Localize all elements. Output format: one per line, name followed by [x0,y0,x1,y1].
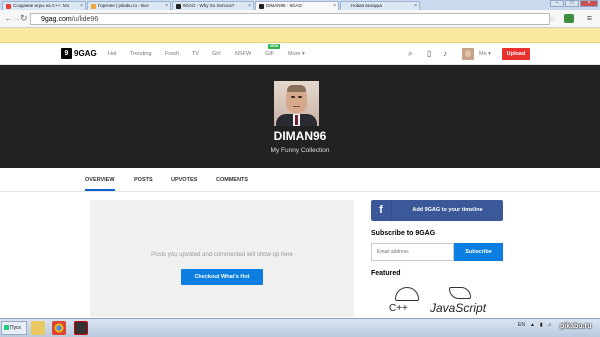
featured-image[interactable]: C++ JavaScript [375,285,505,318]
window-close-icon[interactable]: × [580,0,598,7]
close-tab-icon[interactable]: × [80,2,83,10]
bookmark-star-icon[interactable]: ☆ [549,14,556,23]
pikabu-favicon-icon [91,4,96,9]
tab-title: Создание игры на C++: Мо [13,3,70,8]
tab-posts[interactable]: POSTS [134,177,153,183]
facebook-button-label: Add 9GAG to your timeline [412,207,483,213]
browser-tab-3[interactable]: 9GAG - Why So Serious? × [172,1,254,10]
logo-text: 9GAG [74,49,97,58]
url-path: /u/lide96 [71,16,99,23]
facebook-timeline-button[interactable]: f Add 9GAG to your timeline [371,200,503,221]
facebook-icon: f [371,200,392,221]
browser-tab-2[interactable]: Горячее | pikabu.ru - Все × [87,1,171,10]
site-header: 9 9GAG Hot Trending Fresh TV Girl NSFW G… [0,43,600,65]
start-label: Пуск [10,325,21,331]
featured-js-text: JavaScript [430,301,487,315]
search-icon[interactable]: ⌕ [408,49,412,58]
9gag-favicon-icon [259,4,264,9]
chrome-icon[interactable] [52,321,66,335]
subscribe-button[interactable]: Subscribe [454,243,503,261]
tab-upvotes[interactable]: UPVOTES [171,177,197,183]
browser-tab-4-active[interactable]: DIMAN96 - 9GAG × [255,1,339,10]
browser-tab-1[interactable]: Создание игры на C++: Мо × [2,1,86,10]
close-tab-icon[interactable]: × [248,2,251,10]
minimize-icon[interactable]: – [550,0,564,7]
volume-icon[interactable]: ♫ [548,322,552,328]
nav-hot[interactable]: Hot [108,51,117,57]
subscribe-heading: Subscribe to 9GAG [371,230,436,237]
profile-username: DIMAN96 [273,129,327,143]
tray-icon[interactable]: ▲ [530,322,535,328]
nav-more[interactable]: More ▾ [288,51,305,57]
tab-title: DIMAN96 - 9GAG [266,3,303,8]
language-indicator[interactable]: EN [518,322,525,328]
profile-avatar [274,81,319,126]
os-taskbar: Пуск EN ▲ ▮ ♫ [0,318,600,337]
upload-button[interactable]: Upload [502,48,530,60]
nav-girl[interactable]: Girl [212,51,221,57]
app-icon[interactable] [74,321,88,335]
explorer-icon[interactable] [31,321,45,335]
profile-hero: DIMAN96 My Funny Collection [0,65,600,168]
pikabu-watermark: pikabu.ru [560,323,592,330]
reload-icon[interactable]: ↻ [20,14,28,23]
nav-trending[interactable]: Trending [130,51,152,57]
extension-icon[interactable] [564,14,574,23]
notification-bar [0,28,600,43]
empty-state-text: Posts you upvoted and commented will sho… [151,252,293,258]
new-badge: NEW [268,44,281,49]
tab-title: 9GAG - Why So Serious? [183,3,235,8]
close-tab-icon[interactable]: × [414,2,417,10]
tab-comments[interactable]: COMMENTS [216,177,248,183]
system-tray: EN ▲ ▮ ♫ [518,322,551,328]
close-tab-icon[interactable]: × [165,2,168,10]
featured-heading: Featured [371,270,401,277]
nav-gif[interactable]: GIF [265,51,274,57]
url-host: 9gag.com [41,16,72,23]
notification-bell-icon[interactable]: ♪ [443,49,447,58]
mobile-icon[interactable]: ▯ [427,49,431,58]
doodle-drawing [395,287,419,301]
profile-tabs: OVERVIEW POSTS UPVOTES COMMENTS [0,168,600,192]
me-menu[interactable]: Me ▾ [479,51,491,57]
logo-mark-icon: 9 [61,48,72,59]
maximize-icon[interactable]: □ [565,0,579,7]
window-controls: – □ × [550,0,598,8]
featured-cpp-text: C++ [389,303,408,314]
nav-nsfw[interactable]: NSFW [235,51,251,57]
9gag-logo[interactable]: 9 9GAG [61,48,97,59]
browser-tab-bar: Создание игры на C++: Мо × Горячее | pika… [0,0,600,10]
tab-overview[interactable]: OVERVIEW [85,177,115,191]
empty-state-panel: Posts you upvoted and commented will sho… [90,200,354,317]
close-tab-icon[interactable]: × [333,2,336,10]
nav-tv[interactable]: TV [192,51,199,57]
tab-title: Горячее | pikabu.ru - Все [98,3,149,8]
youtube-favicon-icon [6,4,11,9]
checkout-whats-hot-button[interactable]: Checkout What's Hot [181,269,263,285]
address-toolbar: ← → ↻ 9gag.com/u/lide96 ☆ ≡ [0,10,600,28]
windows-logo-icon [4,325,9,330]
network-icon[interactable]: ▮ [540,322,543,328]
user-avatar[interactable] [462,48,474,60]
browser-tab-5[interactable]: Новая вкладка × [340,1,420,10]
nav-fresh[interactable]: Fresh [165,51,179,57]
tab-title: Новая вкладка [351,3,383,8]
9gag-favicon-icon [176,4,181,9]
doodle-drawing [449,287,471,299]
browser-menu-icon[interactable]: ≡ [587,14,592,23]
email-input[interactable] [371,243,454,261]
url-input[interactable]: 9gag.com/u/lide96 [30,13,550,25]
profile-tagline: My Funny Collection [270,147,330,154]
start-button[interactable]: Пуск [1,321,27,335]
